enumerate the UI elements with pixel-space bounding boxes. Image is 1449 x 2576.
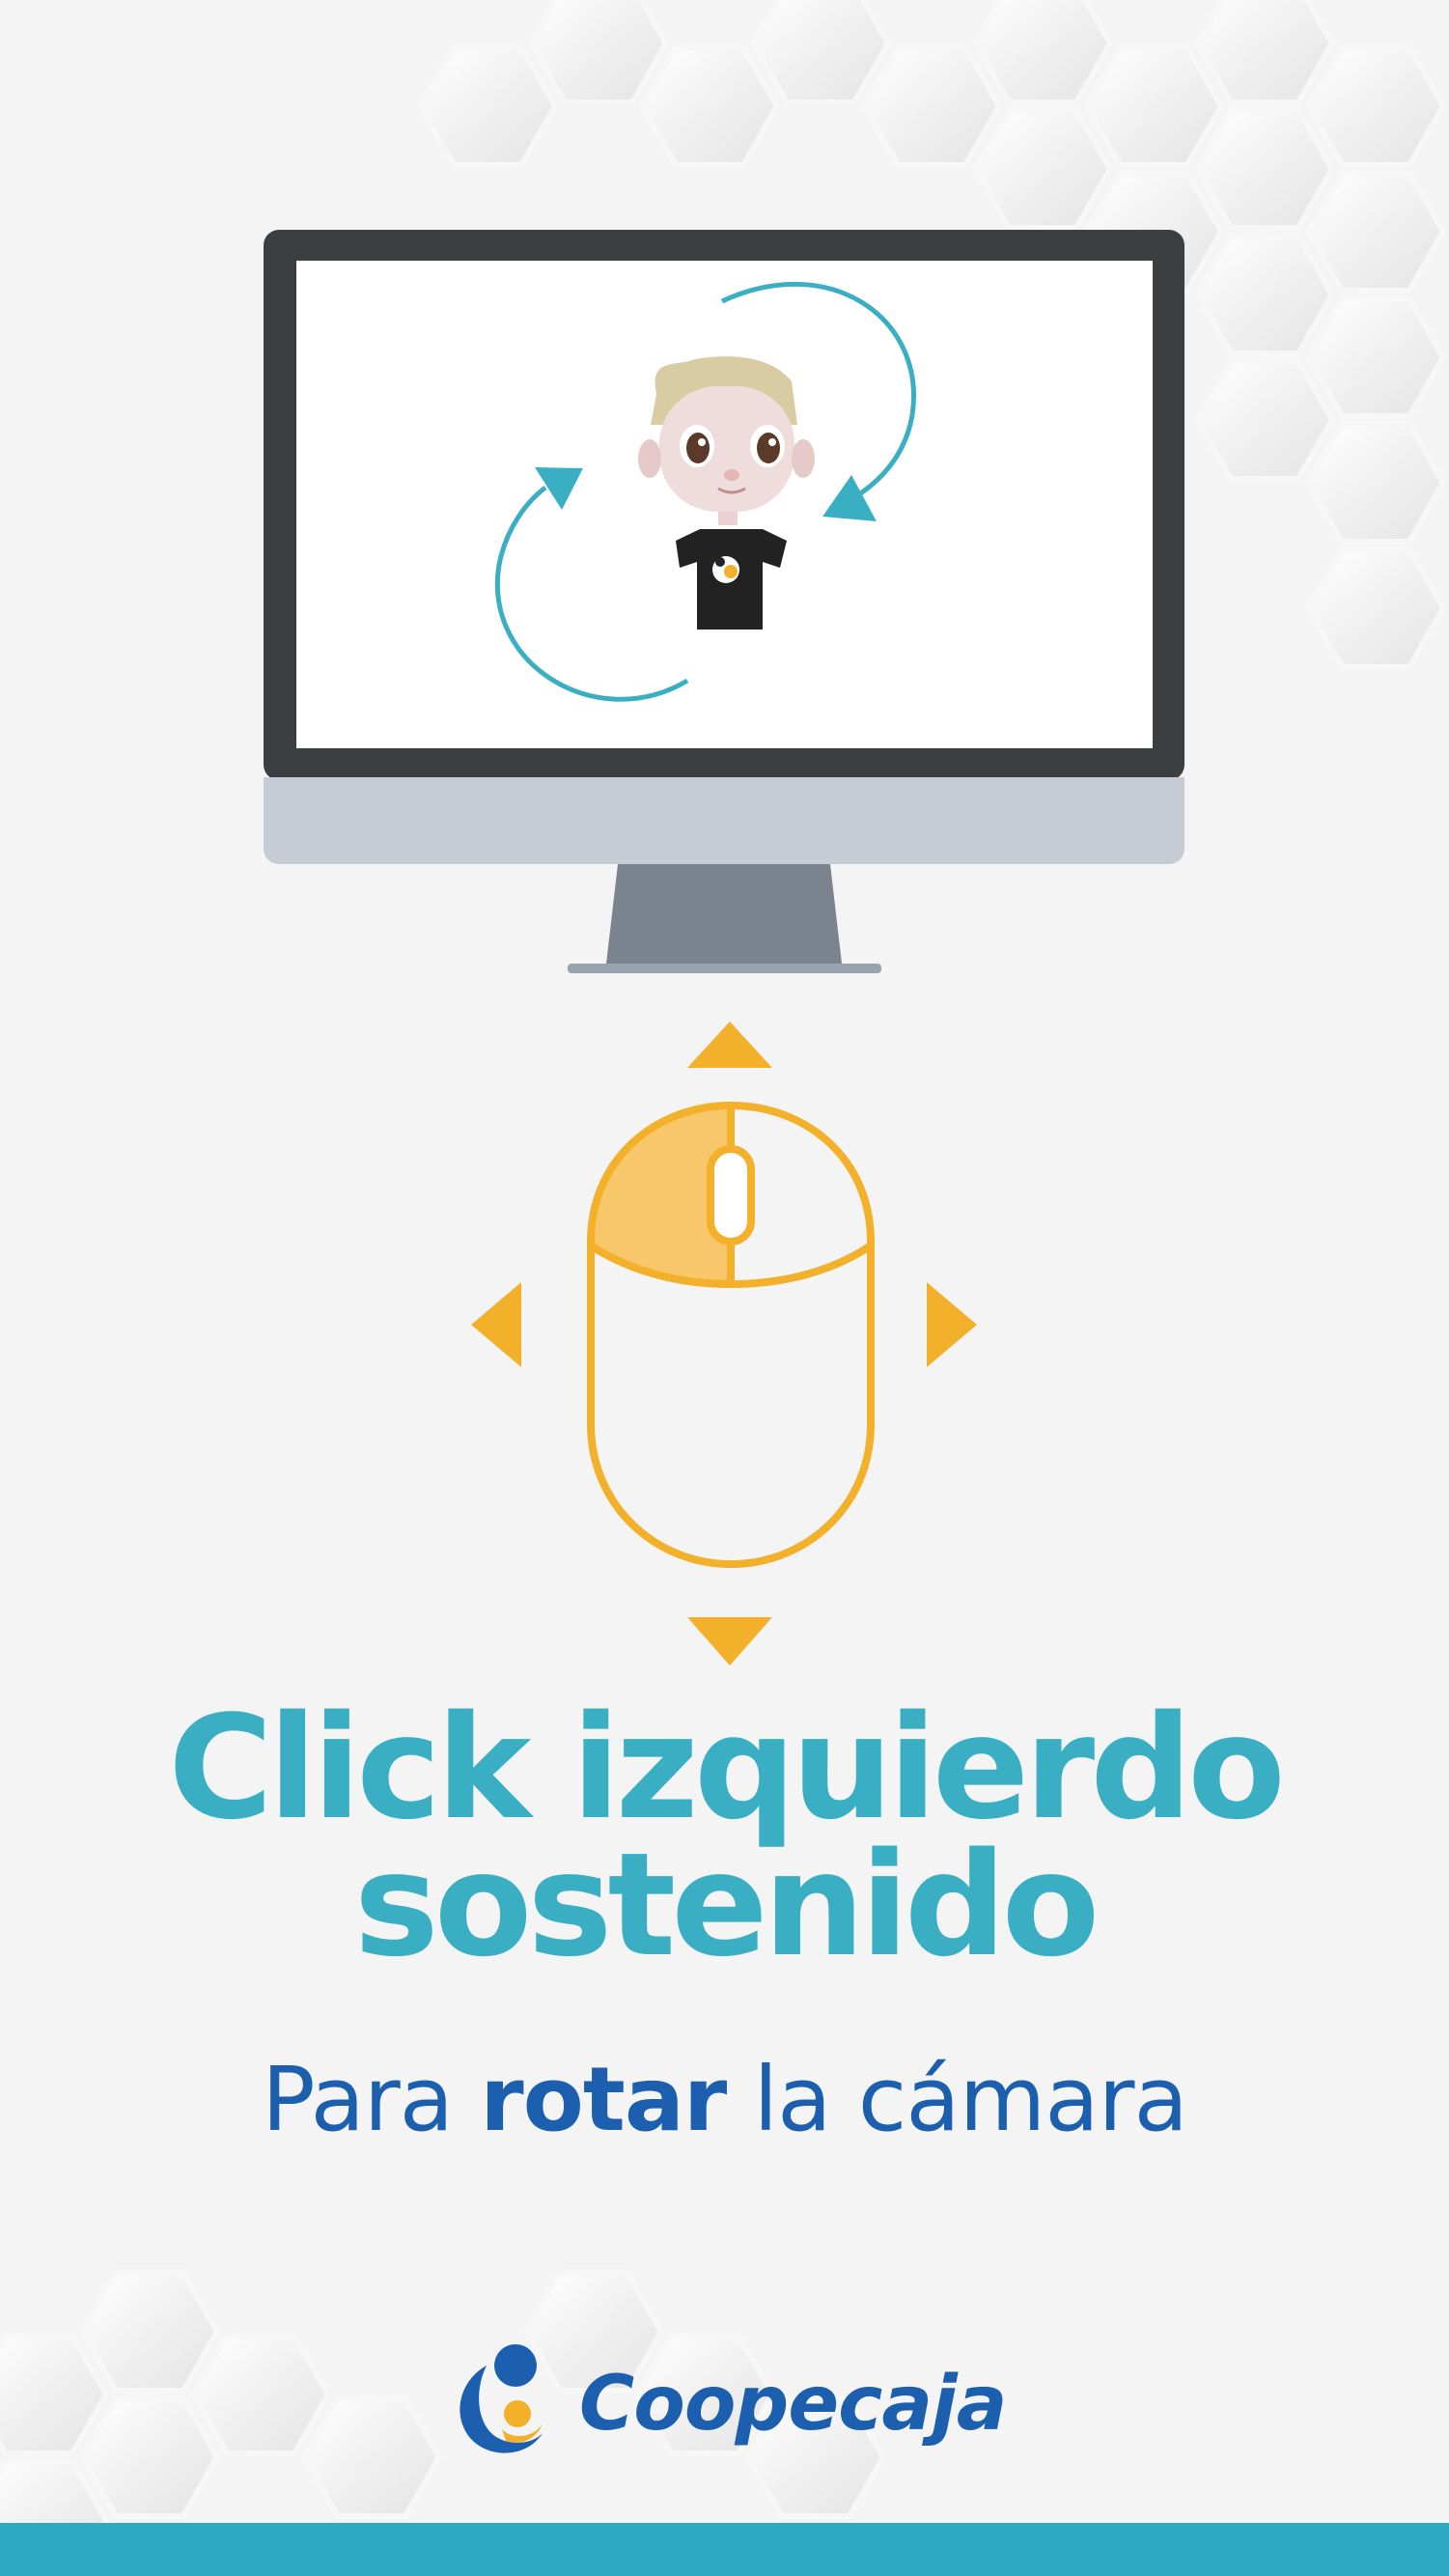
arrow-right-icon [927, 1282, 977, 1367]
monitor-illustration [264, 230, 1184, 973]
mouse-icon [587, 1101, 875, 1569]
subline-suffix: la cámara [726, 2048, 1188, 2151]
mouse-illustration [471, 1022, 977, 1666]
headline: Click izquierdo sostenido [0, 1685, 1449, 1988]
brand-name: Coopecaja [579, 2361, 1007, 2448]
bottom-bar [0, 2523, 1449, 2576]
headline-line-2: sostenido [353, 1822, 1101, 1988]
arrow-up-icon [687, 1022, 772, 1068]
arrow-left-icon [471, 1282, 521, 1367]
headline-line-1: Click izquierdo [168, 1685, 1286, 1851]
arrow-down-icon [687, 1617, 772, 1666]
coopecaja-logo-icon [460, 2344, 543, 2453]
subline: Para rotar la cámara [0, 2047, 1449, 2153]
subline-prefix: Para [262, 2048, 481, 2151]
subline-emphasis: rotar [480, 2048, 727, 2151]
